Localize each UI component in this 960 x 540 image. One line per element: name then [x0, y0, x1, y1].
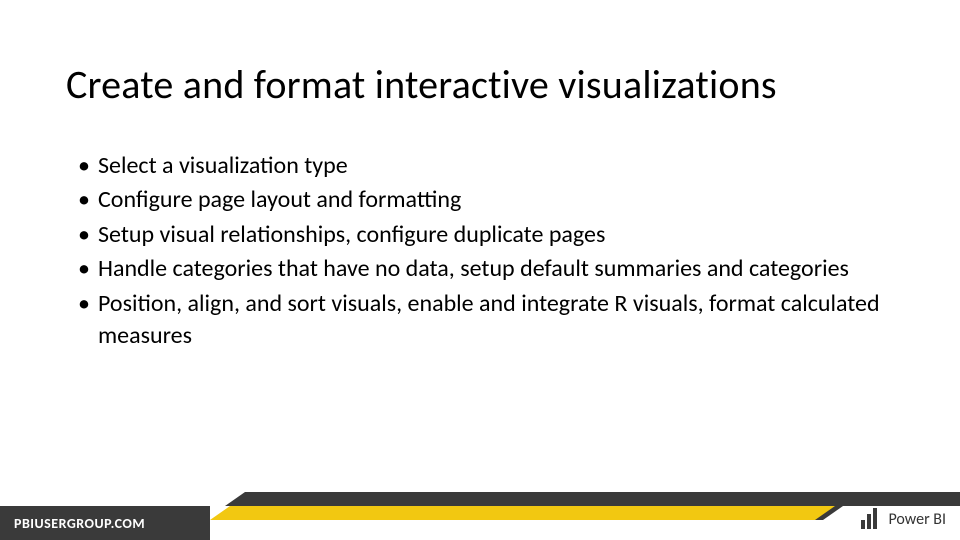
powerbi-icon — [860, 508, 880, 530]
list-item: Position, align, and sort visuals, enabl… — [78, 288, 898, 353]
site-label: PBIUSERGROUP.COM — [14, 515, 145, 532]
site-box: PBIUSERGROUP.COM — [0, 506, 210, 540]
brand: Power BI — [860, 508, 946, 530]
footer: PBIUSERGROUP.COM Power BI — [0, 486, 960, 540]
bullet-list: Select a visualization type Configure pa… — [78, 150, 898, 354]
slide-title: Create and format interactive visualizat… — [66, 60, 777, 109]
brand-label: Power BI — [888, 510, 946, 529]
list-item: Select a visualization type — [78, 150, 898, 182]
list-item: Handle categories that have no data, set… — [78, 253, 898, 285]
list-item: Setup visual relationships, configure du… — [78, 219, 898, 251]
list-item: Configure page layout and formatting — [78, 184, 898, 216]
